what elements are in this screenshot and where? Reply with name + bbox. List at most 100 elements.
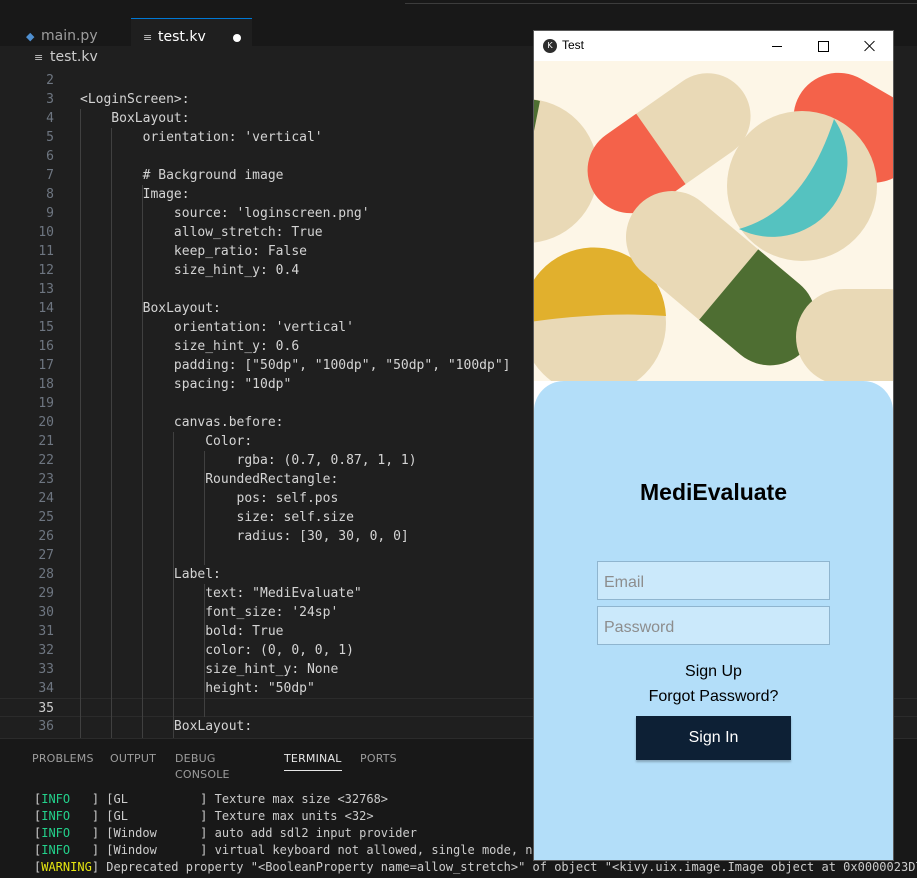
indent-guide — [173, 432, 174, 755]
indent-guide — [204, 451, 205, 565]
code-text[interactable]: BoxLayout: — [80, 299, 221, 318]
panel-tab-problems[interactable]: PROBLEMS — [32, 751, 94, 767]
line-number: 23 — [38, 472, 54, 487]
forgot-password-button[interactable]: Forgot Password? — [534, 688, 893, 706]
line-number: 30 — [38, 605, 54, 620]
code-text[interactable]: size_hint_y: None — [80, 660, 338, 679]
code-text[interactable]: <LoginScreen>: — [80, 90, 190, 109]
code-text[interactable]: padding: ["50dp", "100dp", "50dp", "100d… — [80, 356, 511, 375]
password-input[interactable] — [598, 607, 829, 644]
code-text[interactable]: BoxLayout: — [80, 717, 252, 736]
maximize-button[interactable] — [800, 31, 846, 61]
code-text[interactable]: font_size: '24sp' — [80, 603, 338, 622]
log-message: ] [Window ] virtual keyboard not allowed… — [91, 843, 547, 857]
indent-guide — [204, 584, 205, 717]
panel-tab-debug-console[interactable]: DEBUG CONSOLE — [175, 751, 230, 783]
log-level: INFO — [41, 792, 92, 806]
panel-tab-output[interactable]: OUTPUT — [110, 751, 156, 767]
code-text[interactable]: pos: self.pos — [80, 489, 339, 508]
indent-guide — [111, 128, 112, 755]
tab-label: main.py — [41, 28, 98, 44]
file-lines-icon: ≡ — [34, 50, 44, 64]
close-button[interactable] — [846, 31, 892, 61]
line-number: 20 — [38, 415, 54, 430]
line-number: 22 — [38, 453, 54, 468]
indent-guide — [80, 109, 81, 755]
line-number: 16 — [38, 339, 54, 354]
line-number: 6 — [46, 149, 54, 164]
pill-pattern-image — [534, 61, 893, 381]
log-level: INFO — [41, 809, 92, 823]
tab-label: test.kv — [158, 28, 206, 45]
line-number: 21 — [38, 434, 54, 449]
title-border — [405, 0, 917, 4]
line-number: 33 — [38, 662, 54, 677]
code-text[interactable]: text: "MediEvaluate" — [80, 584, 362, 603]
code-text[interactable]: color: (0, 0, 0, 1) — [80, 641, 354, 660]
line-number: 27 — [38, 548, 54, 563]
code-text[interactable]: height: "50dp" — [80, 679, 315, 698]
indent-guide — [142, 185, 143, 755]
line-number: 4 — [46, 111, 54, 126]
line-number: 12 — [38, 263, 54, 278]
log-message: ] [Window ] auto add sdl2 input provider — [91, 826, 417, 840]
file-lines-icon: ≡ — [143, 31, 153, 44]
code-text[interactable]: allow_stretch: True — [80, 223, 323, 242]
code-text[interactable]: Label: — [80, 565, 221, 584]
line-number: 24 — [38, 491, 54, 506]
line-number: 11 — [38, 244, 54, 259]
log-level: INFO — [41, 843, 92, 857]
line-number: 19 — [38, 396, 54, 411]
code-text[interactable]: BoxLayout: — [80, 109, 189, 128]
line-number: 32 — [38, 643, 54, 658]
line-number: 17 — [38, 358, 54, 373]
code-text[interactable]: orientation: 'vertical' — [80, 318, 354, 337]
line-number: 29 — [38, 586, 54, 601]
line-number: 31 — [38, 624, 54, 639]
line-number: 13 — [38, 282, 54, 297]
login-form-panel: MediEvaluate Sign Up Forgot Password? Si… — [534, 381, 893, 860]
line-number: 18 — [38, 377, 54, 392]
minimize-button[interactable] — [754, 31, 800, 61]
kivy-logo-icon: K — [543, 39, 557, 53]
code-text[interactable]: size_hint_y: 0.4 — [80, 261, 299, 280]
panel-tab-ports[interactable]: PORTS — [360, 751, 397, 767]
line-number: 35 — [38, 701, 54, 716]
code-text[interactable]: radius: [30, 30, 0, 0] — [80, 527, 409, 546]
line-number: 3 — [46, 92, 54, 107]
code-text[interactable]: Image: — [80, 185, 190, 204]
line-number: 34 — [38, 681, 54, 696]
line-number: 28 — [38, 567, 54, 582]
unsaved-dot-icon[interactable] — [233, 34, 241, 42]
window-titlebar[interactable]: K Test — [534, 31, 893, 61]
log-level: INFO — [41, 826, 92, 840]
app-window: K Test MediEvaluate Email Sign Up Forgot… — [533, 30, 894, 861]
line-number: 26 — [38, 529, 54, 544]
app-heading: MediEvaluate — [640, 479, 787, 505]
panel-tab-terminal[interactable]: TERMINAL — [284, 751, 342, 771]
line-number: 25 — [38, 510, 54, 525]
sign-up-button[interactable]: Sign Up — [534, 663, 893, 681]
code-text[interactable]: orientation: 'vertical' — [80, 128, 323, 147]
line-number: 14 — [38, 301, 54, 316]
line-number: 36 — [38, 719, 54, 734]
password-field[interactable] — [597, 606, 830, 645]
line-number: 2 — [46, 73, 54, 88]
code-text[interactable]: size_hint_y: 0.6 — [80, 337, 299, 356]
window-title: Test — [562, 38, 585, 52]
line-number: 5 — [46, 130, 54, 145]
sign-in-button[interactable]: Sign In — [636, 716, 791, 760]
email-field[interactable] — [597, 561, 830, 600]
terminal-line: [WARNING] Deprecated property "<BooleanP… — [34, 859, 917, 876]
code-text[interactable]: rgba: (0.7, 0.87, 1, 1) — [80, 451, 417, 470]
code-text[interactable]: RoundedRectangle: — [80, 470, 338, 489]
code-text[interactable]: source: 'loginscreen.png' — [80, 204, 370, 223]
log-message: ] Deprecated property "<BooleanProperty … — [91, 860, 917, 874]
code-text[interactable]: keep_ratio: False — [80, 242, 307, 261]
code-text[interactable]: size: self.size — [80, 508, 354, 527]
email-input[interactable] — [598, 562, 829, 599]
code-text[interactable]: Color: — [80, 432, 252, 451]
breadcrumb-file[interactable]: test.kv — [50, 49, 98, 65]
line-number: 10 — [38, 225, 54, 240]
log-message: ] [GL ] Texture max size <32768> — [91, 792, 389, 806]
